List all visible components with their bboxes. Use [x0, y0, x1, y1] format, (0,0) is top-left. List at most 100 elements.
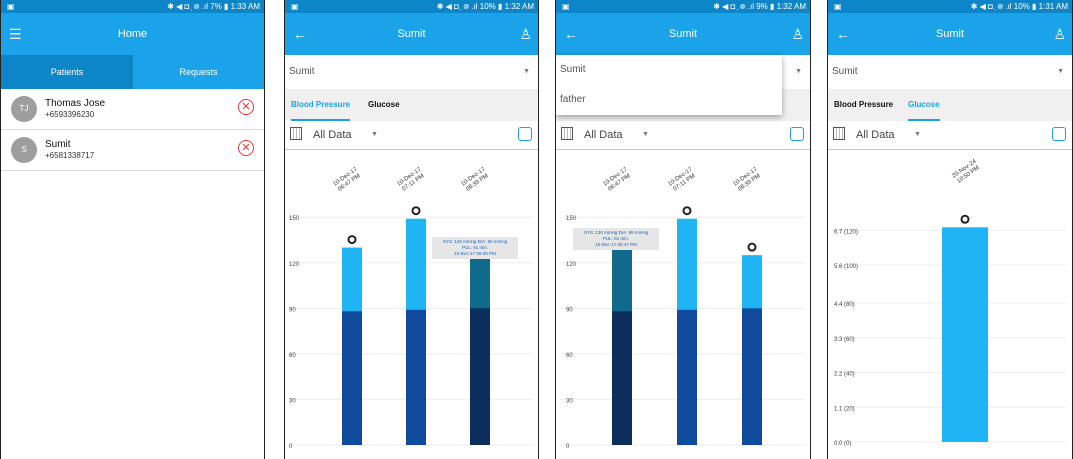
tooltip-line: SYS: 130 mmHg DIA: 88 mmHg	[584, 230, 649, 235]
status-text: ✱ ◀ ◘ ᷊ ᪤ .ıl 10% ▮ 1:31 AM	[970, 2, 1068, 11]
tab-requests[interactable]: Requests	[133, 55, 264, 89]
notification-icon: ▣	[7, 2, 15, 11]
date-filter[interactable]: All Data ▼	[828, 121, 1072, 150]
y-tick-label: 90	[289, 307, 296, 313]
tooltip-line: 10-Dec-17 06:47 PM	[595, 242, 637, 247]
status-bar: ▣ ✱ ◀ ◘ ᷊ ᪤ .ıl 10% ▮ 1:31 AM	[828, 0, 1072, 13]
tooltip-line: PUL: 91 min.	[603, 236, 629, 241]
dropdown-option-sumit[interactable]: Sumit	[556, 55, 782, 85]
app-bar: ← Sumit ♙	[285, 13, 538, 55]
glucose-chart: 0.0 (0) 1.1 (20) 2.2 (40) 3.3 (60) 4.4 (80) 5…	[834, 158, 1066, 447]
tab-blood-pressure[interactable]: Blood Pressure	[291, 89, 351, 121]
avatar: TJ	[11, 96, 37, 122]
calendar-icon[interactable]	[290, 127, 302, 140]
filter-label: All Data	[313, 129, 352, 141]
notification-icon: ▣	[291, 2, 299, 11]
bar-dia	[742, 308, 762, 445]
y-tick-label: 30	[289, 398, 296, 404]
screen-patient-dropdown: ▣ ✱ ◀ ◘ ᷊ ᪤ .ıl 9% ▮ 1:32 AM ← Sumit ♙ ▼…	[555, 0, 811, 459]
person-icon[interactable]: ♙	[1053, 13, 1066, 55]
person-icon[interactable]: ♙	[791, 13, 804, 55]
x-tick-label: 10-Dec-1706:47 PM	[602, 166, 631, 192]
chevron-down-icon: ▼	[1057, 68, 1064, 75]
filter-label: All Data	[584, 129, 623, 141]
tab-patients[interactable]: Patients	[1, 55, 133, 89]
patient-select[interactable]: Sumit ▼	[285, 55, 538, 90]
avatar: S	[11, 137, 37, 163]
page-title: Home	[117, 28, 148, 40]
x-tick-label: 10-Dec-1708:39 PM	[732, 166, 761, 192]
date-filter[interactable]: All Data ▼	[556, 121, 810, 150]
patient-select[interactable]: Sumit ▼	[828, 55, 1072, 90]
y-tick-label: 1.1 (20)	[834, 406, 855, 412]
tab-bar: Patients Requests	[1, 55, 264, 89]
contact-phone: +6581338717	[45, 151, 95, 160]
status-bar: ▣ ✱ ◀ ◘ ᷊ ᪤ .ıl 10% ▮ 1:32 AM	[285, 0, 538, 13]
x-tick-label: 10-Dec-1707:11 PM	[667, 166, 696, 192]
y-tick-label: 150	[289, 216, 300, 222]
status-text: ✱ ◀ ◘ ᷊ ᪤ .ıl 10% ▮ 1:32 AM	[436, 2, 534, 11]
chevron-down-icon: ▼	[523, 68, 530, 75]
page-title: Sumit	[935, 28, 965, 40]
dropdown-option-father[interactable]: father	[556, 85, 782, 115]
chart-icon[interactable]	[790, 127, 804, 141]
tab-glucose[interactable]: Glucose	[368, 89, 400, 121]
calendar-icon[interactable]	[561, 127, 573, 140]
status-text: ✱ ◀ ◘ ᷊ ᪤ .ıl 7% ▮ 1:33 AM	[167, 2, 260, 11]
y-tick-label: 120	[289, 262, 300, 268]
tab-blood-pressure[interactable]: Blood Pressure	[834, 89, 893, 121]
chart-icon[interactable]	[518, 127, 532, 141]
y-tick-label: 4.4 (80)	[834, 302, 855, 308]
y-tick-label: 5.6 (100)	[834, 264, 858, 270]
page-title: Sumit	[668, 28, 698, 40]
status-text: ✱ ◀ ◘ ᷊ ᪤ .ıl 9% ▮ 1:32 AM	[713, 2, 806, 11]
y-tick-label: 6.7 (120)	[834, 229, 858, 235]
chevron-down-icon: ▼	[642, 131, 649, 138]
data-point-marker	[411, 206, 421, 216]
status-bar: ▣ ✱ ◀ ◘ ᷊ ᪤ .ıl 7% ▮ 1:33 AM	[1, 0, 264, 13]
y-tick-label: 0.0 (0)	[834, 441, 851, 447]
x-tick-label: 10-Dec-1707:11 PM	[396, 166, 425, 192]
list-item[interactable]: TJ Thomas Jose +6593396230 ✕	[1, 89, 264, 130]
date-filter[interactable]: All Data ▼	[285, 121, 538, 150]
calendar-icon[interactable]	[833, 127, 845, 140]
chevron-down-icon: ▼	[371, 131, 378, 138]
list-item[interactable]: S Sumit +6581338717 ✕	[1, 130, 264, 171]
page-title: Sumit	[397, 28, 426, 40]
data-point-marker	[347, 235, 357, 245]
bp-chart: 030609012015010-Dec-1706:47 PM 10-Dec-170…	[289, 166, 532, 450]
x-tick-label: 10-Dec-1708:39 PM	[460, 166, 489, 192]
y-tick-label: 60	[566, 353, 573, 359]
patient-dropdown-menu: Sumit father	[556, 55, 782, 115]
bp-chart: 030609012015010-Dec-1706:47 PM 10-Dec-170…	[560, 166, 804, 450]
app-bar: ← Sumit ♙	[828, 13, 1072, 55]
y-tick-label: 90	[566, 307, 573, 313]
screen-glucose: ▣ ✱ ◀ ◘ ᷊ ᪤ .ıl 10% ▮ 1:31 AM ← Sumit ♙ …	[827, 0, 1073, 459]
contact-name: Sumit	[45, 139, 71, 150]
select-value: Sumit	[289, 66, 315, 77]
app-bar: ☰ Home	[1, 13, 264, 55]
status-bar: ▣ ✱ ◀ ◘ ᷊ ᪤ .ıl 9% ▮ 1:32 AM	[556, 0, 810, 13]
remove-circle-icon[interactable]: ✕	[238, 140, 254, 156]
y-tick-label: 120	[566, 262, 577, 268]
contact-name: Thomas Jose	[45, 98, 106, 109]
bar-dia	[406, 309, 426, 445]
y-tick-label: 30	[566, 398, 573, 404]
select-value: Sumit	[832, 66, 858, 77]
tab-glucose[interactable]: Glucose	[908, 89, 940, 121]
measurement-tabs: Blood Pressure Glucose	[828, 89, 1072, 121]
person-icon[interactable]: ♙	[519, 13, 532, 55]
filter-label: All Data	[856, 129, 895, 141]
remove-circle-icon[interactable]: ✕	[238, 99, 254, 115]
chart-icon[interactable]	[1052, 127, 1066, 141]
bar-dia	[677, 309, 697, 445]
app-bar: ← Sumit ♙	[556, 13, 810, 55]
tooltip-line: SYS: 125 mmHg DIA: 90 mmHg	[443, 239, 508, 244]
tooltip-line: PUL: 91 min.	[462, 245, 488, 250]
chevron-down-icon: ▼	[795, 68, 802, 75]
bar-dia	[612, 311, 632, 445]
x-tick-label: 20-Nov-2410:50 PM	[951, 158, 980, 184]
y-tick-label: 60	[289, 353, 296, 359]
screen-blood-pressure: ▣ ✱ ◀ ◘ ᷊ ᪤ .ıl 10% ▮ 1:32 AM ← Sumit ♙ …	[284, 0, 539, 459]
notification-icon: ▣	[562, 2, 570, 11]
